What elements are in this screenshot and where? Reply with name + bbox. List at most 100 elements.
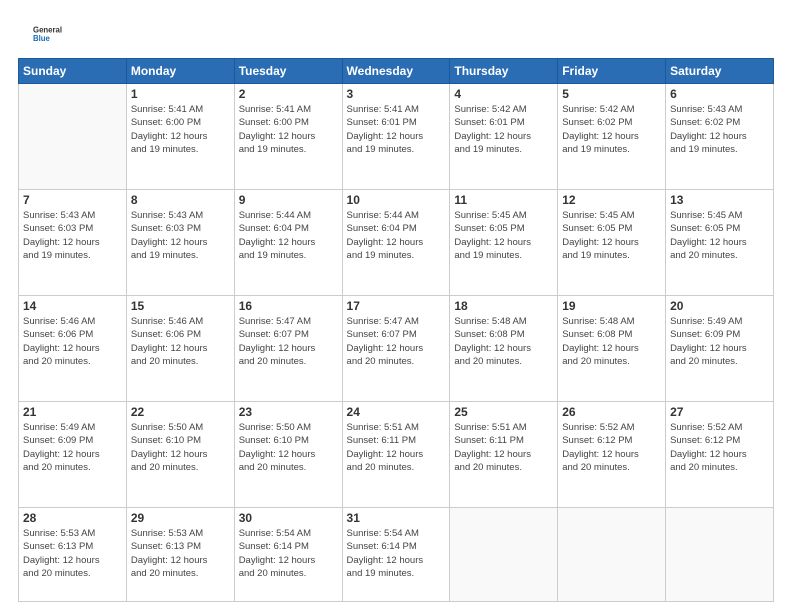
weekday-header-monday: Monday (126, 59, 234, 84)
day-number: 29 (131, 511, 230, 525)
weekday-header-thursday: Thursday (450, 59, 558, 84)
day-number: 24 (347, 405, 446, 419)
page: General Blue SundayMondayTuesdayWednesda… (0, 0, 792, 612)
weekday-header-tuesday: Tuesday (234, 59, 342, 84)
weekday-row: SundayMondayTuesdayWednesdayThursdayFrid… (19, 59, 774, 84)
calendar-cell: 19Sunrise: 5:48 AM Sunset: 6:08 PM Dayli… (558, 296, 666, 402)
day-info: Sunrise: 5:49 AM Sunset: 6:09 PM Dayligh… (670, 315, 769, 368)
calendar-cell: 9 Sunrise: 5:44 AM Sunset: 6:04 PM Daylig… (234, 190, 342, 296)
day-number: 15 (131, 299, 230, 313)
day-info: Sunrise: 5:42 AM Sunset: 6:02 PM Dayligh… (562, 103, 661, 156)
day-info: Sunrise: 5:50 AM Sunset: 6:10 PM Dayligh… (131, 421, 230, 474)
calendar-cell: 26 Sunrise: 5:52 AM Sunset: 6:12 PM Dayli… (558, 402, 666, 508)
day-number: 5 (562, 87, 661, 101)
day-info: Sunrise: 5:43 AM Sunset: 6:02 PM Dayligh… (670, 103, 769, 156)
day-number: 18 (454, 299, 553, 313)
day-number: 19 (562, 299, 661, 313)
calendar-cell: 29 Sunrise: 5:53 AM Sunset: 6:13 PM Dayli… (126, 508, 234, 602)
day-number: 7 (23, 193, 122, 207)
svg-text:General: General (33, 25, 62, 34)
day-info: Sunrise: 5:42 AM Sunset: 6:01 PM Dayligh… (454, 103, 553, 156)
week-row-2: 14 Sunrise: 5:46 AM Sunset: 6:06 PM Dayli… (19, 296, 774, 402)
calendar-cell: 23 Sunrise: 5:50 AM Sunset: 6:10 PM Dayli… (234, 402, 342, 508)
calendar-cell: 15 Sunrise: 5:46 AM Sunset: 6:06 PM Dayli… (126, 296, 234, 402)
calendar-cell: 30Sunrise: 5:54 AM Sunset: 6:14 PM Dayli… (234, 508, 342, 602)
day-info: Sunrise: 5:41 AM Sunset: 6:01 PM Dayligh… (347, 103, 446, 156)
day-number: 4 (454, 87, 553, 101)
weekday-header-saturday: Saturday (666, 59, 774, 84)
day-info: Sunrise: 5:43 AM Sunset: 6:03 PM Dayligh… (23, 209, 122, 262)
day-number: 22 (131, 405, 230, 419)
day-info: Sunrise: 5:46 AM Sunset: 6:06 PM Dayligh… (23, 315, 122, 368)
header: General Blue (18, 18, 774, 48)
calendar-cell: 10 Sunrise: 5:44 AM Sunset: 6:04 PM Dayli… (342, 190, 450, 296)
day-number: 16 (239, 299, 338, 313)
weekday-header-friday: Friday (558, 59, 666, 84)
day-info: Sunrise: 5:50 AM Sunset: 6:10 PM Dayligh… (239, 421, 338, 474)
day-info: Sunrise: 5:44 AM Sunset: 6:04 PM Dayligh… (239, 209, 338, 262)
calendar-cell: 4 Sunrise: 5:42 AM Sunset: 6:01 PM Daylig… (450, 84, 558, 190)
day-info: Sunrise: 5:45 AM Sunset: 6:05 PM Dayligh… (670, 209, 769, 262)
calendar-cell (19, 84, 127, 190)
logo: General Blue (18, 18, 78, 48)
day-number: 31 (347, 511, 446, 525)
day-number: 14 (23, 299, 122, 313)
day-number: 27 (670, 405, 769, 419)
calendar-cell: 17Sunrise: 5:47 AM Sunset: 6:07 PM Dayli… (342, 296, 450, 402)
day-number: 13 (670, 193, 769, 207)
day-info: Sunrise: 5:45 AM Sunset: 6:05 PM Dayligh… (562, 209, 661, 262)
calendar-cell: 18 Sunrise: 5:48 AM Sunset: 6:08 PM Dayli… (450, 296, 558, 402)
day-number: 17 (347, 299, 446, 313)
day-number: 1 (131, 87, 230, 101)
day-info: Sunrise: 5:47 AM Sunset: 6:07 PM Dayligh… (239, 315, 338, 368)
weekday-header-sunday: Sunday (19, 59, 127, 84)
calendar-cell: 6 Sunrise: 5:43 AM Sunset: 6:02 PM Daylig… (666, 84, 774, 190)
weekday-header-wednesday: Wednesday (342, 59, 450, 84)
calendar-cell: 28Sunrise: 5:53 AM Sunset: 6:13 PM Dayli… (19, 508, 127, 602)
day-info: Sunrise: 5:41 AM Sunset: 6:00 PM Dayligh… (239, 103, 338, 156)
day-info: Sunrise: 5:43 AM Sunset: 6:03 PM Dayligh… (131, 209, 230, 262)
day-number: 6 (670, 87, 769, 101)
day-info: Sunrise: 5:53 AM Sunset: 6:13 PM Dayligh… (131, 527, 230, 580)
day-number: 9 (239, 193, 338, 207)
day-number: 25 (454, 405, 553, 419)
calendar-cell (666, 508, 774, 602)
calendar-cell: 20 Sunrise: 5:49 AM Sunset: 6:09 PM Dayli… (666, 296, 774, 402)
calendar-cell: 21Sunrise: 5:49 AM Sunset: 6:09 PM Dayli… (19, 402, 127, 508)
day-info: Sunrise: 5:44 AM Sunset: 6:04 PM Dayligh… (347, 209, 446, 262)
day-number: 20 (670, 299, 769, 313)
day-number: 10 (347, 193, 446, 207)
calendar-cell: 24 Sunrise: 5:51 AM Sunset: 6:11 PM Dayli… (342, 402, 450, 508)
day-number: 8 (131, 193, 230, 207)
week-row-3: 21Sunrise: 5:49 AM Sunset: 6:09 PM Dayli… (19, 402, 774, 508)
calendar-cell (558, 508, 666, 602)
day-info: Sunrise: 5:48 AM Sunset: 6:08 PM Dayligh… (454, 315, 553, 368)
calendar-cell: 11Sunrise: 5:45 AM Sunset: 6:05 PM Dayli… (450, 190, 558, 296)
week-row-4: 28 Sunrise: 5:53 AM Sunset: 6:13 PM Dayli… (19, 508, 774, 602)
day-info: Sunrise: 5:41 AM Sunset: 6:00 PM Dayligh… (131, 103, 230, 156)
calendar: SundayMondayTuesdayWednesdayThursdayFrid… (18, 58, 774, 602)
day-number: 11 (454, 193, 553, 207)
calendar-cell: 5 Sunrise: 5:42 AM Sunset: 6:02 PM Daylig… (558, 84, 666, 190)
day-number: 23 (239, 405, 338, 419)
calendar-cell (450, 508, 558, 602)
day-number: 3 (347, 87, 446, 101)
day-info: Sunrise: 5:51 AM Sunset: 6:11 PM Dayligh… (454, 421, 553, 474)
calendar-cell: 12 Sunrise: 5:45 AM Sunset: 6:05 PM Dayli… (558, 190, 666, 296)
week-row-0: 1 Sunrise: 5:41 AM Sunset: 6:00 PM Daylig… (19, 84, 774, 190)
calendar-cell: 8 Sunrise: 5:43 AM Sunset: 6:03 PM Daylig… (126, 190, 234, 296)
calendar-cell: 7 Sunrise: 5:43 AM Sunset: 6:03 PM Daylig… (19, 190, 127, 296)
day-info: Sunrise: 5:46 AM Sunset: 6:06 PM Dayligh… (131, 315, 230, 368)
logo-icon: General Blue (18, 18, 78, 48)
calendar-cell: 27Sunrise: 5:52 AM Sunset: 6:12 PM Dayli… (666, 402, 774, 508)
day-number: 26 (562, 405, 661, 419)
day-number: 28 (23, 511, 122, 525)
day-number: 2 (239, 87, 338, 101)
calendar-header: SundayMondayTuesdayWednesdayThursdayFrid… (19, 59, 774, 84)
day-info: Sunrise: 5:52 AM Sunset: 6:12 PM Dayligh… (562, 421, 661, 474)
calendar-cell: 1 Sunrise: 5:41 AM Sunset: 6:00 PM Daylig… (126, 84, 234, 190)
calendar-cell: 31Sunrise: 5:54 AM Sunset: 6:14 PM Dayli… (342, 508, 450, 602)
day-number: 30 (239, 511, 338, 525)
day-info: Sunrise: 5:51 AM Sunset: 6:11 PM Dayligh… (347, 421, 446, 474)
day-number: 12 (562, 193, 661, 207)
